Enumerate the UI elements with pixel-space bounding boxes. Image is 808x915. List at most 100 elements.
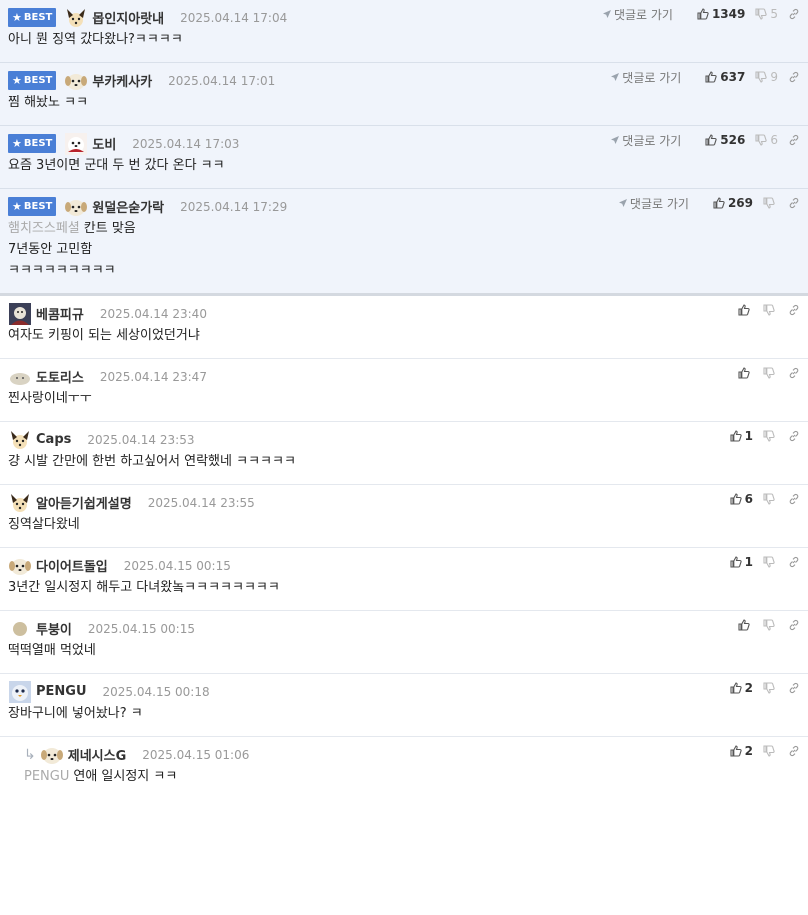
nickname[interactable]: 도비 (92, 134, 116, 153)
downvote-button[interactable] (763, 556, 778, 568)
upvote-button[interactable]: 1349 (697, 7, 745, 21)
upvote-button[interactable] (738, 304, 753, 316)
penguin-photo-avatar[interactable] (8, 680, 32, 704)
comment-list: ★ BEST 몹인지아랏내 2025.04.14 17:04 아니 뭔 징역 갔다… (0, 0, 808, 799)
upvote-button[interactable] (738, 619, 753, 631)
link-icon[interactable] (788, 745, 800, 757)
upvote-button[interactable]: 1 (730, 429, 753, 443)
dog-photo-avatar[interactable] (64, 132, 88, 156)
upvote-count: 6 (744, 492, 753, 506)
link-icon[interactable] (788, 493, 800, 505)
upvote-button[interactable]: 637 (705, 70, 745, 84)
comment-line: 떡떡열매 먹었네 (8, 640, 800, 661)
upvote-button[interactable]: 269 (713, 196, 753, 210)
upvote-button[interactable]: 2 (730, 744, 753, 758)
goto-comment-link[interactable]: 댓글로 가기 (618, 195, 689, 212)
downvote-button[interactable] (763, 619, 778, 631)
link-icon[interactable] (788, 197, 800, 209)
nickname[interactable]: 베콤피규 (36, 304, 84, 323)
comment-text: 찐사랑이네ㅜㅜ (8, 388, 800, 421)
upvote-button[interactable]: 6 (730, 492, 753, 506)
star-icon: ★ (12, 74, 22, 87)
comment-line-text: 요즘 3년이면 군대 두 번 갔다 온다 ㅋㅋ (8, 158, 225, 173)
comment-line: PENGU 연애 일시정지 ㅋㅋ (24, 766, 800, 787)
nickname[interactable]: Caps (36, 432, 71, 447)
photo-avatar[interactable] (8, 302, 32, 326)
upvote-count: 2 (744, 744, 753, 758)
link-icon[interactable] (788, 304, 800, 316)
comment-line-text: 찜 해놨노 ㅋㅋ (8, 95, 89, 110)
link-icon[interactable] (788, 682, 800, 694)
comment: ★ BEST 부카케사카 2025.04.14 17:01 찜 해놨노 ㅋㅋ 댓글… (0, 63, 808, 126)
thumbs-up-icon (713, 197, 725, 209)
goto-comment-link[interactable]: 댓글로 가기 (602, 6, 673, 23)
comment-line-text: 징역살다왔네 (8, 517, 80, 532)
send-arrow-icon (611, 136, 620, 144)
upvote-button[interactable]: 1 (730, 555, 753, 569)
comment-text: 장바구니에 넣어놨나? ㅋ (8, 703, 800, 736)
downvote-button[interactable] (763, 745, 778, 757)
nickname[interactable]: 투붕이 (36, 619, 72, 638)
link-icon[interactable] (788, 619, 800, 631)
thumbs-down-icon (763, 682, 775, 694)
link-icon[interactable] (788, 556, 800, 568)
downvote-button[interactable] (763, 430, 778, 442)
thumbs-down-icon (763, 430, 775, 442)
fox-avatar[interactable] (8, 428, 32, 452)
link-icon[interactable] (788, 71, 800, 83)
upvote-button[interactable]: 2 (730, 681, 753, 695)
comment-date: 2025.04.14 17:29 (180, 199, 288, 214)
nickname[interactable]: 원덜은숟가락 (92, 197, 164, 216)
upvote-button[interactable] (738, 367, 753, 379)
downvote-button[interactable]: 9 (755, 70, 778, 84)
goto-comment-link[interactable]: 댓글로 가기 (610, 69, 681, 86)
thumbs-up-icon (738, 367, 750, 379)
nickname[interactable]: 몹인지아랏내 (92, 8, 164, 27)
thumbs-down-icon (763, 197, 775, 209)
puppy-avatar[interactable] (8, 554, 32, 578)
comment-line: 여자도 키핑이 되는 세상이었던거냐 (8, 325, 800, 346)
nickname[interactable]: PENGU (36, 684, 87, 699)
downvote-button[interactable] (763, 197, 778, 209)
link-icon[interactable] (788, 8, 800, 20)
quoted-nickname[interactable]: 햄치즈스페셜 (8, 221, 80, 236)
best-badge-label: BEST (23, 75, 53, 86)
best-badge: ★ BEST (8, 8, 57, 27)
fox-avatar[interactable] (8, 491, 32, 515)
nickname[interactable]: 제네시스G (68, 745, 127, 764)
fox-avatar[interactable] (64, 6, 88, 30)
thumbs-up-icon (730, 556, 742, 568)
downvote-button[interactable]: 5 (755, 7, 778, 21)
goto-comment-link[interactable]: 댓글로 가기 (610, 132, 681, 149)
puppy-avatar[interactable] (64, 195, 88, 219)
puppy-avatar[interactable] (64, 69, 88, 93)
downvote-button[interactable]: 6 (755, 133, 778, 147)
nickname[interactable]: 알아듣기쉽게설명 (36, 493, 132, 512)
nickname[interactable]: 다이어트돌입 (36, 556, 108, 575)
quoted-nickname[interactable]: PENGU (24, 769, 69, 784)
thumbs-down-icon (755, 134, 768, 146)
comment: 다이어트돌입 2025.04.15 00:15 3년간 일시정지 해두고 다녀왔… (0, 548, 808, 611)
link-icon[interactable] (788, 430, 800, 442)
goto-comment-label: 댓글로 가기 (613, 7, 673, 22)
upvote-button[interactable]: 526 (705, 133, 745, 147)
nickname[interactable]: 도토리스 (36, 367, 84, 386)
comment-date: 2025.04.15 00:15 (123, 558, 231, 573)
link-icon[interactable] (788, 134, 800, 146)
link-icon[interactable] (788, 367, 800, 379)
blob-avatar[interactable] (8, 365, 32, 389)
puppy-avatar[interactable] (40, 743, 64, 767)
nickname[interactable]: 부카케사카 (92, 71, 152, 90)
comment: PENGU 2025.04.15 00:18 장바구니에 넣어놨나? ㅋ 2 (0, 674, 808, 737)
thumbs-up-icon (730, 430, 742, 442)
dot-avatar[interactable] (8, 617, 32, 641)
downvote-button[interactable] (763, 682, 778, 694)
best-badge-label: BEST (23, 12, 53, 23)
downvote-button[interactable] (763, 493, 778, 505)
downvote-button[interactable] (763, 304, 778, 316)
downvote-button[interactable] (763, 367, 778, 379)
thumbs-down-icon (763, 619, 775, 631)
upvote-count: 2 (744, 681, 753, 695)
comment-line-text: 아니 뭔 징역 갔다왔나?ㅋㅋㅋㅋ (8, 32, 183, 47)
comment-actions: 댓글로 가기 1349 5 (602, 6, 800, 22)
